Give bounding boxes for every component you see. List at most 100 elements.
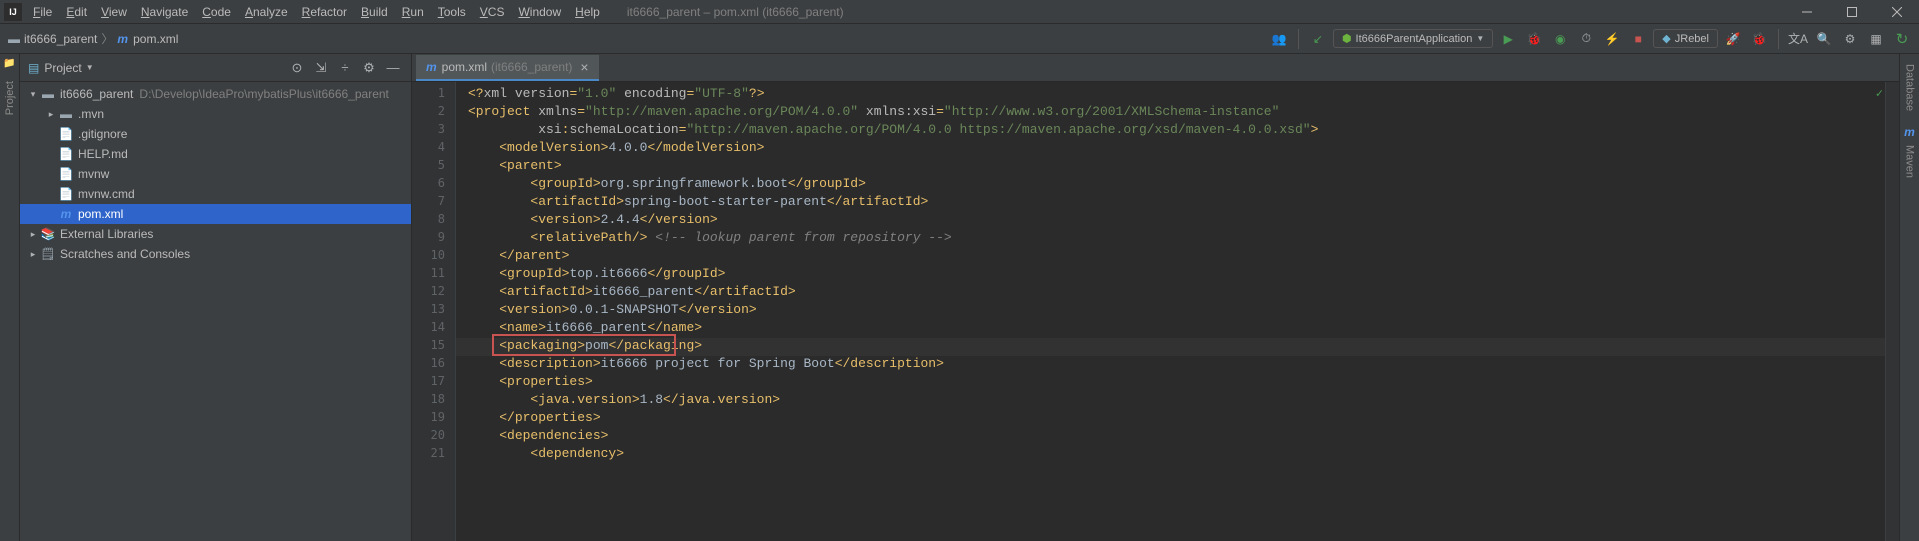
- code-area[interactable]: ✓ <?xml version="1.0" encoding="UTF-8"?>…: [456, 82, 1885, 541]
- line-number[interactable]: 12: [412, 284, 455, 302]
- code-line-19[interactable]: </properties>: [456, 410, 1885, 428]
- line-number[interactable]: 8: [412, 212, 455, 230]
- line-number[interactable]: 6: [412, 176, 455, 194]
- tree-file-help[interactable]: 📄HELP.md: [20, 144, 411, 164]
- line-number[interactable]: 5: [412, 158, 455, 176]
- menu-view[interactable]: View: [94, 5, 134, 19]
- run-button[interactable]: ▶: [1497, 28, 1519, 50]
- back-arrow-icon[interactable]: ↙: [1307, 28, 1329, 50]
- menu-file[interactable]: File: [26, 5, 59, 19]
- expand-all-icon[interactable]: ⇲: [311, 58, 331, 78]
- chevron-down-icon[interactable]: ▼: [86, 63, 94, 72]
- jrebel-run-button[interactable]: 🚀: [1722, 28, 1744, 50]
- menu-run[interactable]: Run: [395, 5, 431, 19]
- error-stripe[interactable]: [1885, 82, 1899, 541]
- select-opened-file-icon[interactable]: ⊙: [287, 58, 307, 78]
- line-number[interactable]: 15: [412, 338, 455, 356]
- line-number[interactable]: 16: [412, 356, 455, 374]
- tree-external-libraries[interactable]: ▸📚External Libraries: [20, 224, 411, 244]
- profile-button[interactable]: ⏱: [1575, 28, 1597, 50]
- database-tool-button[interactable]: Database: [1904, 58, 1916, 117]
- tree-root[interactable]: ▾▬it6666_parentD:\Develop\IdeaPro\mybati…: [20, 84, 411, 104]
- inspection-ok-icon[interactable]: ✓: [1876, 86, 1883, 101]
- code-line-11[interactable]: <groupId>top.it6666</groupId>: [456, 266, 1885, 284]
- code-line-6[interactable]: <groupId>org.springframework.boot</group…: [456, 176, 1885, 194]
- code-line-7[interactable]: <artifactId>spring-boot-starter-parent</…: [456, 194, 1885, 212]
- code-line-15[interactable]: <packaging>pom</packaging>: [456, 338, 1885, 356]
- code-line-9[interactable]: <relativePath/> <!-- lookup parent from …: [456, 230, 1885, 248]
- code-line-5[interactable]: <parent>: [456, 158, 1885, 176]
- hide-panel-icon[interactable]: —: [383, 58, 403, 78]
- maven-tool-icon[interactable]: m: [1904, 125, 1915, 139]
- project-panel-title[interactable]: Project: [44, 61, 81, 75]
- line-number[interactable]: 1: [412, 86, 455, 104]
- line-number[interactable]: 11: [412, 266, 455, 284]
- run-configuration-selector[interactable]: ⬢ It6666ParentApplication ▼: [1333, 29, 1493, 48]
- menu-vcs[interactable]: VCS: [473, 5, 512, 19]
- editor-body[interactable]: 123456789101112131415161718192021 ✓ <?xm…: [412, 82, 1899, 541]
- code-with-me-icon[interactable]: 👥: [1268, 28, 1290, 50]
- code-line-21[interactable]: <dependency>: [456, 446, 1885, 464]
- line-number[interactable]: 17: [412, 374, 455, 392]
- breadcrumb-root[interactable]: it6666_parent: [22, 32, 99, 46]
- tree-scratches[interactable]: ▸🗒Scratches and Consoles: [20, 244, 411, 264]
- stop-button[interactable]: ■: [1627, 28, 1649, 50]
- line-number[interactable]: 3: [412, 122, 455, 140]
- code-line-20[interactable]: <dependencies>: [456, 428, 1885, 446]
- search-everywhere-icon[interactable]: 🔍: [1813, 28, 1835, 50]
- tree-folder-mvn[interactable]: ▸▬.mvn: [20, 104, 411, 124]
- minimize-button[interactable]: [1784, 0, 1829, 24]
- line-number[interactable]: 21: [412, 446, 455, 464]
- tree-file-mvnwcmd[interactable]: 📄mvnw.cmd: [20, 184, 411, 204]
- menu-refactor[interactable]: Refactor: [295, 5, 354, 19]
- code-line-8[interactable]: <version>2.4.4</version>: [456, 212, 1885, 230]
- code-line-16[interactable]: <description>it6666 project for Spring B…: [456, 356, 1885, 374]
- code-line-10[interactable]: </parent>: [456, 248, 1885, 266]
- line-number[interactable]: 14: [412, 320, 455, 338]
- coverage-button[interactable]: ◉: [1549, 28, 1571, 50]
- collapse-all-icon[interactable]: ÷: [335, 58, 355, 78]
- editor-tab-pom[interactable]: m pom.xml (it6666_parent) ×: [416, 55, 599, 81]
- tree-file-pom[interactable]: mpom.xml: [20, 204, 411, 224]
- line-number[interactable]: 19: [412, 410, 455, 428]
- line-number[interactable]: 18: [412, 392, 455, 410]
- maximize-button[interactable]: [1829, 0, 1874, 24]
- menu-build[interactable]: Build: [354, 5, 395, 19]
- breadcrumb-file[interactable]: pom.xml: [131, 32, 180, 46]
- settings-gear-icon[interactable]: ⚙: [359, 58, 379, 78]
- code-line-18[interactable]: <java.version>1.8</java.version>: [456, 392, 1885, 410]
- code-line-3[interactable]: xsi:schemaLocation="http://maven.apache.…: [456, 122, 1885, 140]
- code-line-4[interactable]: <modelVersion>4.0.0</modelVersion>: [456, 140, 1885, 158]
- close-button[interactable]: [1874, 0, 1919, 24]
- line-gutter[interactable]: 123456789101112131415161718192021: [412, 82, 456, 541]
- code-line-12[interactable]: <artifactId>it6666_parent</artifactId>: [456, 284, 1885, 302]
- close-tab-icon[interactable]: ×: [580, 59, 588, 75]
- line-number[interactable]: 10: [412, 248, 455, 266]
- line-number[interactable]: 13: [412, 302, 455, 320]
- project-tool-label[interactable]: Project: [4, 75, 16, 121]
- settings-icon[interactable]: ⚙: [1839, 28, 1861, 50]
- menu-help[interactable]: Help: [568, 5, 607, 19]
- jrebel-selector[interactable]: ◆ JRebel: [1653, 29, 1718, 48]
- code-line-1[interactable]: <?xml version="1.0" encoding="UTF-8"?>: [456, 86, 1885, 104]
- line-number[interactable]: 20: [412, 428, 455, 446]
- menu-code[interactable]: Code: [195, 5, 238, 19]
- line-number[interactable]: 4: [412, 140, 455, 158]
- menu-edit[interactable]: Edit: [59, 5, 94, 19]
- breadcrumb[interactable]: ▬ it6666_parent 〉 m pom.xml: [6, 30, 180, 47]
- code-line-17[interactable]: <properties>: [456, 374, 1885, 392]
- code-line-14[interactable]: <name>it6666_parent</name>: [456, 320, 1885, 338]
- line-number[interactable]: 9: [412, 230, 455, 248]
- hotswap-button[interactable]: ⚡: [1601, 28, 1623, 50]
- line-number[interactable]: 7: [412, 194, 455, 212]
- sync-icon[interactable]: ↻: [1891, 28, 1913, 50]
- project-structure-icon[interactable]: ▦: [1865, 28, 1887, 50]
- line-number[interactable]: 2: [412, 104, 455, 122]
- maven-tool-button[interactable]: Maven: [1904, 139, 1916, 184]
- project-tool-button[interactable]: 📁: [3, 58, 15, 69]
- code-line-13[interactable]: <version>0.0.1-SNAPSHOT</version>: [456, 302, 1885, 320]
- menu-tools[interactable]: Tools: [431, 5, 473, 19]
- menu-analyze[interactable]: Analyze: [238, 5, 295, 19]
- tree-file-gitignore[interactable]: 📄.gitignore: [20, 124, 411, 144]
- menu-navigate[interactable]: Navigate: [134, 5, 195, 19]
